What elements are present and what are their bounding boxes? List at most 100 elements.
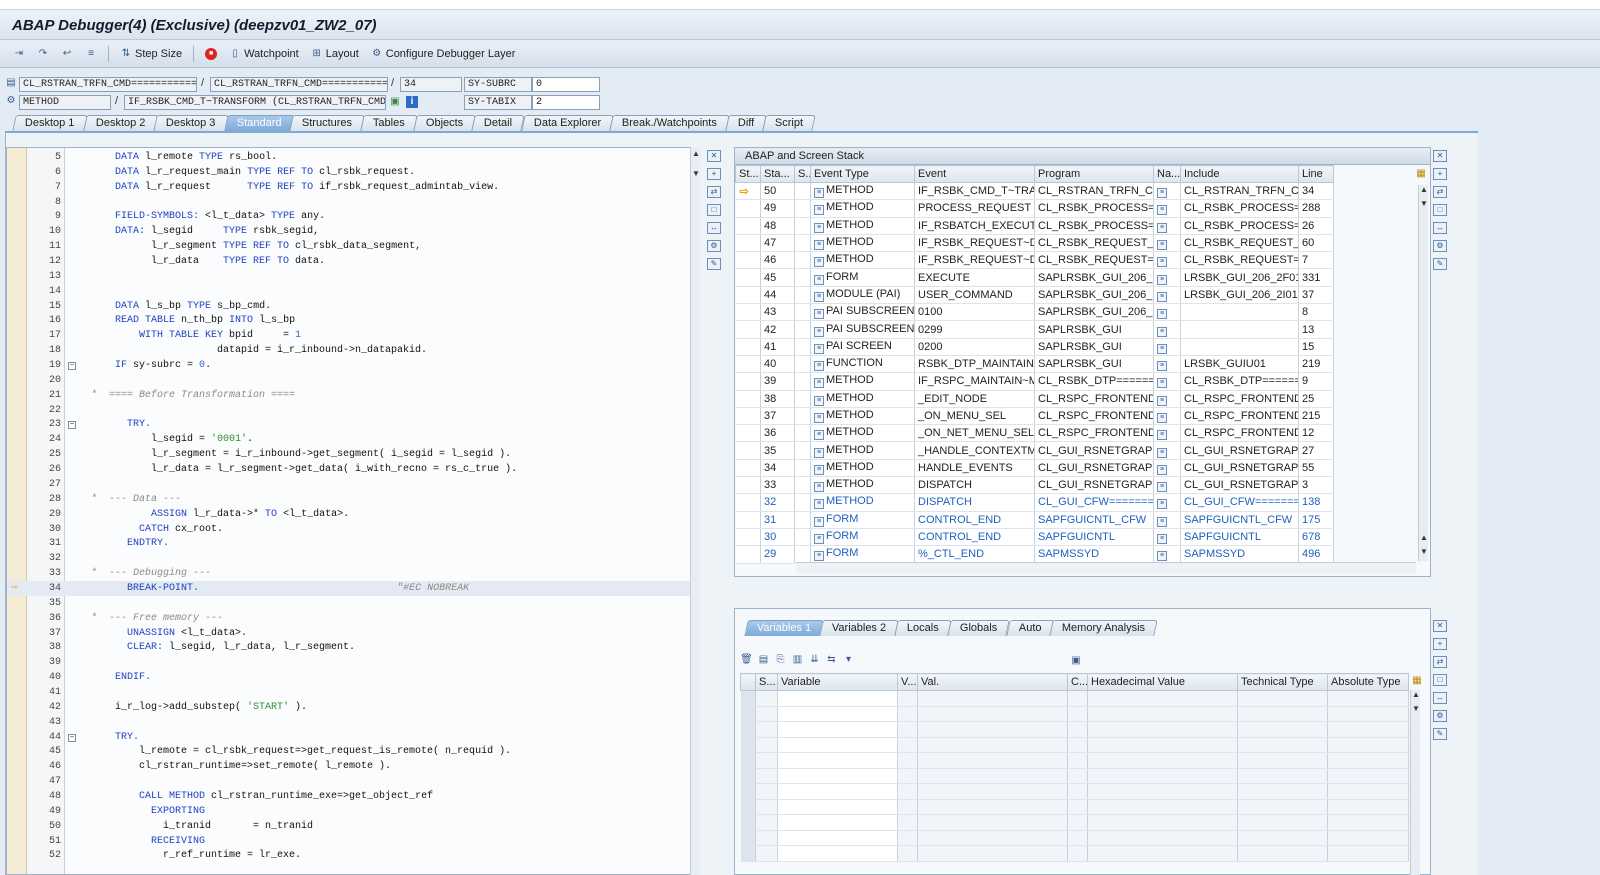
paste-icon[interactable]: ▥ <box>791 654 804 667</box>
navigate-icon[interactable]: ≡ <box>1157 205 1167 216</box>
tab-desktop-1[interactable]: Desktop 1 <box>12 115 88 131</box>
event-field[interactable]: IF_RSBK_CMD_T~TRANSFORM (CL_RSTRAN_TRFN_… <box>124 95 386 110</box>
variable-row[interactable] <box>740 706 1409 722</box>
stack-navigate-cell[interactable]: ≡ <box>1153 459 1181 478</box>
navigate-icon[interactable]: ≡ <box>1157 274 1167 285</box>
stack-navigate-cell[interactable]: ≡ <box>1153 182 1181 201</box>
variable-row[interactable] <box>740 783 1409 800</box>
variables-tab-auto[interactable]: Auto <box>1005 620 1054 636</box>
variable-input-cell[interactable] <box>777 830 898 846</box>
variable-row[interactable] <box>740 768 1409 784</box>
variable-row[interactable] <box>740 814 1409 831</box>
stack-navigate-cell[interactable]: ≡ <box>1153 372 1181 391</box>
navigate-icon[interactable]: ≡ <box>1157 430 1167 441</box>
delete-icon[interactable]: 🗑 <box>740 654 753 667</box>
tab-structures[interactable]: Structures <box>289 115 366 131</box>
stack-column-header[interactable]: Sta... <box>760 165 795 183</box>
stack-row[interactable]: 41 ≡ PAI SCREEN 0200 SAPLRSBK_GUI ≡ 15 <box>735 338 1334 356</box>
scroll-up-icon[interactable]: ▲ <box>1411 690 1421 699</box>
editor-scrollbar[interactable]: ▲ ▼ <box>690 147 700 875</box>
stack-row[interactable]: 37≡METHOD_ON_MENU_SELCL_RSPC_FRONTEND==.… <box>735 407 1334 426</box>
stack-navigate-cell[interactable]: ≡ <box>1153 286 1181 305</box>
stack-navigate-cell[interactable]: ≡ <box>1153 234 1181 253</box>
settings-tool-icon[interactable]: ✎ <box>1433 258 1447 270</box>
column-config-icon[interactable]: ▦ <box>1411 675 1423 687</box>
insert-icon[interactable]: ▤ <box>757 654 770 667</box>
close-tool-icon[interactable]: ✕ <box>1433 150 1447 162</box>
save-icon[interactable]: ▣ <box>1070 655 1082 667</box>
navigate-icon[interactable]: ≡ <box>1157 482 1167 493</box>
stack-navigate-cell[interactable]: ≡ <box>1153 424 1181 443</box>
watchpoint-button[interactable]: ▯ Watchpoint <box>224 46 304 62</box>
close-tool-icon[interactable]: ✕ <box>707 150 721 162</box>
stack-navigate-cell[interactable]: ≡ <box>1153 355 1181 374</box>
tab-data-explorer[interactable]: Data Explorer <box>520 115 614 131</box>
stack-row[interactable]: 29 ≡ FORM %_CTL_END SAPMSSYD ≡ SAPMSSYD 496 <box>735 545 1334 564</box>
stack-column-header[interactable]: St... <box>735 165 761 183</box>
scroll-up-icon[interactable]: ▲ <box>1419 185 1429 194</box>
tab-break-watchpoints[interactable]: Break./Watchpoints <box>609 115 730 131</box>
stack-navigate-cell[interactable]: ≡ <box>1153 528 1181 547</box>
variables-column-header[interactable]: Val. <box>917 673 1068 691</box>
stack-row[interactable]: 49≡METHODPROCESS_REQUESTCL_RSBK_PROCESS=… <box>735 199 1334 218</box>
variables-column-header[interactable]: Technical Type <box>1237 673 1328 691</box>
tab-diff[interactable]: Diff <box>725 115 767 131</box>
variables-column-header[interactable]: Hexadecimal Value <box>1087 673 1238 691</box>
fold-toggle-icon[interactable]: − <box>68 421 76 430</box>
navigate-icon[interactable]: ≡ <box>1157 516 1167 527</box>
variables-column-header[interactable]: V... <box>897 673 918 691</box>
services-tool-icon[interactable]: ⚙ <box>707 240 721 252</box>
variables-tab-memory-analysis[interactable]: Memory Analysis <box>1049 620 1159 636</box>
variable-row[interactable] <box>740 752 1409 769</box>
stack-hscrollbar[interactable] <box>796 562 1416 574</box>
transfer-icon[interactable]: ⇆ <box>825 654 838 667</box>
variable-input-cell[interactable] <box>777 845 898 862</box>
stack-navigate-cell[interactable]: ≡ <box>1153 303 1181 322</box>
stack-navigate-cell[interactable]: ≡ <box>1153 407 1181 426</box>
stack-column-header[interactable]: Event <box>914 165 1035 183</box>
services-tool-icon[interactable]: ⚙ <box>1433 710 1447 722</box>
navigate-icon[interactable]: ≡ <box>1157 413 1167 423</box>
variables-column-header[interactable]: C... <box>1067 673 1088 691</box>
tab-desktop-3[interactable]: Desktop 3 <box>153 115 229 131</box>
variable-input-cell[interactable] <box>777 737 898 753</box>
stack-row[interactable]: 30 ≡ FORM CONTROL_END SAPFGUICNTL ≡ SAPFGUICNT… <box>735 528 1334 547</box>
row-selector[interactable] <box>740 799 756 815</box>
navigate-icon[interactable]: ≡ <box>1157 188 1167 199</box>
variables-tab-variables-1[interactable]: Variables 1 <box>744 620 824 636</box>
info-icon[interactable]: i <box>406 96 418 108</box>
row-selector[interactable] <box>740 706 756 722</box>
row-selector[interactable] <box>740 690 756 707</box>
row-selector[interactable] <box>740 768 756 784</box>
variable-row[interactable] <box>740 799 1409 815</box>
stack-row[interactable]: 48≡METHODIF_RSBATCH_EXECUTE~...CL_RSBK_P… <box>735 217 1334 235</box>
column-config-icon[interactable]: ▦ <box>1415 168 1427 180</box>
stack-column-header[interactable]: S... <box>794 165 811 183</box>
step-into-button[interactable]: ⇥ <box>8 46 30 62</box>
source-code-editor[interactable]: 5 DATA l_remote TYPE rs_bool. 6 DATA l_r_… <box>6 147 692 875</box>
tab-tables[interactable]: Tables <box>360 115 418 131</box>
row-selector[interactable] <box>740 721 756 738</box>
stack-navigate-cell[interactable]: ≡ <box>1153 251 1181 270</box>
variable-row[interactable] <box>740 721 1409 738</box>
variables-column-header[interactable]: S... <box>755 673 778 691</box>
navigate-icon[interactable]: ≡ <box>1157 309 1167 320</box>
replace-tool-icon[interactable]: ⇄ <box>707 186 721 198</box>
stack-navigate-cell[interactable]: ≡ <box>1153 199 1181 218</box>
variable-input-cell[interactable] <box>777 799 898 815</box>
stack-row[interactable]: 34≡METHODHANDLE_EVENTSCL_GUI_RSNETGRAPHI… <box>735 459 1334 478</box>
event-type-field[interactable]: METHOD <box>19 95 111 110</box>
row-selector-header[interactable] <box>740 673 756 691</box>
stack-row[interactable]: 36 ≡ METHOD _ON_NET_MENU_SEL CL_RSPC_FRONTEN… <box>735 424 1334 443</box>
load-icon[interactable]: ⇊ <box>808 654 821 667</box>
navigate-icon[interactable]: ≡ <box>1157 551 1167 562</box>
settings-tool-icon[interactable]: ✎ <box>707 258 721 270</box>
replace-tool-icon[interactable]: ⇄ <box>1433 186 1447 198</box>
variable-input-cell[interactable] <box>777 768 898 784</box>
settings-tool-icon[interactable]: ✎ <box>1433 728 1447 740</box>
stack-navigate-cell[interactable]: ≡ <box>1153 441 1181 460</box>
services-tool-icon[interactable]: ⚙ <box>1433 240 1447 252</box>
variable-input-cell[interactable] <box>777 721 898 738</box>
sy-tabix-value[interactable]: 2 <box>532 95 600 110</box>
scroll-down-icon[interactable]: ▼ <box>1419 199 1429 208</box>
